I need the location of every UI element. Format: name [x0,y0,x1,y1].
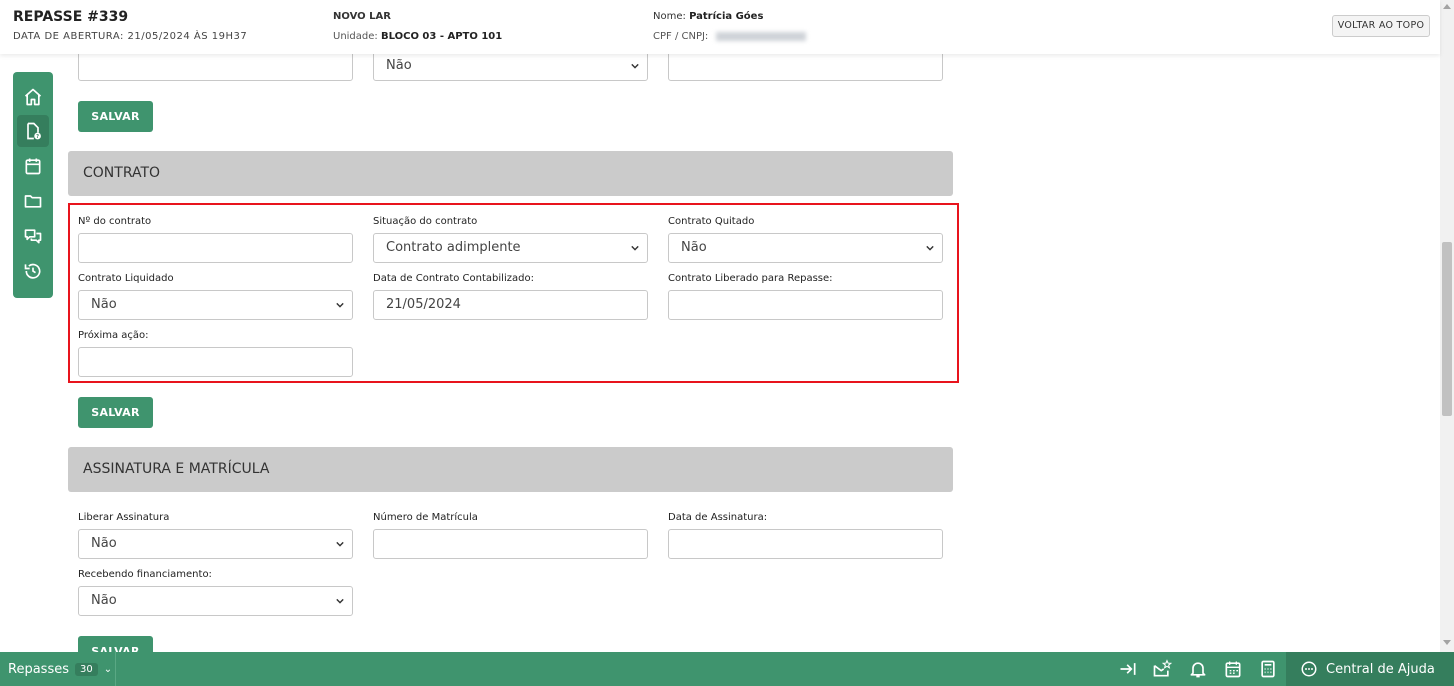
contrato-contabilizado-input[interactable]: 21/05/2024 [373,290,648,320]
financiamento-value: Não [91,593,117,608]
contrato-liberado-label: Contrato Liberado para Repasse: [668,273,833,284]
proxima-acao-label: Próxima ação: [78,330,149,341]
help-center-label: Central de Ajuda [1326,661,1435,677]
sidebar-item-history[interactable] [17,255,49,287]
collapse-right-icon[interactable] [1118,659,1138,679]
chevron-down-icon [631,245,639,251]
partial-input-2[interactable] [668,54,943,81]
contrato-quitado-select[interactable]: Não [668,233,943,263]
situacao-contrato-value: Contrato adimplente [386,240,521,255]
svg-text:?: ? [36,134,39,140]
chevron-down-icon: ⌄ [103,663,113,675]
numero-contrato-input[interactable] [78,233,353,263]
contrato-quitado-label: Contrato Quitado [668,216,755,227]
sidebar-item-home[interactable] [17,81,49,113]
sidebar-item-messages[interactable] [17,220,49,252]
chevron-down-icon [336,541,344,547]
situacao-contrato-select[interactable]: Contrato adimplente [373,233,648,263]
unit-label: Unidade: [333,31,378,42]
module-name: Repasses [8,661,69,677]
opening-date: DATA DE ABERTURA: 21/05/2024 ÀS 19H37 [13,31,248,42]
cpf-label: CPF / CNPJ: [653,31,709,42]
save-button-top[interactable]: SALVAR [78,101,153,132]
main-content: Não SALVAR CONTRATO Nº do contrato Situa… [0,54,1440,652]
data-assinatura-label: Data de Assinatura: [668,512,768,523]
save-assinatura-button[interactable]: SALVAR [78,636,153,652]
name-label: Nome: [653,11,686,22]
section-assinatura-header: ASSINATURA E MATRÍCULA [68,447,953,492]
calculator-icon[interactable] [1258,659,1278,679]
unit-value: BLOCO 03 - APTO 101 [380,31,503,42]
client-name: Patrícia Góes [689,11,764,22]
cpf-row: CPF / CNPJ: [653,31,806,42]
module-count-badge: 30 [74,662,98,676]
header-project-block: NOVO LAR Unidade: BLOCO 03 - APTO 101 [333,9,502,42]
header-client-block: Nome: Patrícia Góes CPF / CNPJ: [653,9,806,42]
mail-star-icon[interactable] [1152,659,1172,679]
liberar-assinatura-label: Liberar Assinatura [78,512,170,523]
chat-dots-icon [1301,661,1317,677]
side-nav: ? [13,72,53,298]
save-contrato-button[interactable]: SALVAR [78,397,153,428]
sidebar-item-calendar[interactable] [17,150,49,182]
financiamento-select[interactable]: Não [78,586,353,616]
data-assinatura-input[interactable] [668,529,943,559]
scroll-down-arrow[interactable] [1443,640,1451,645]
contrato-liquidado-select[interactable]: Não [78,290,353,320]
back-to-top-button[interactable]: VOLTAR AO TOPO [1332,15,1430,37]
help-center-button[interactable]: Central de Ajuda [1286,652,1454,686]
numero-matricula-input[interactable] [373,529,648,559]
partial-select[interactable]: Não [373,54,648,81]
folder-icon [24,195,42,208]
chevron-down-icon [631,63,639,69]
project-name: NOVO LAR [333,11,391,22]
module-selector[interactable]: Repasses 30 ⌄ [0,652,116,686]
chevron-down-icon [926,245,934,251]
page-title: REPASSE #339 [13,9,129,25]
contrato-liquidado-value: Não [91,297,117,312]
contrato-contabilizado-label: Data de Contrato Contabilizado: [373,273,534,284]
financiamento-label: Recebendo financiamento: [78,569,212,580]
situacao-contrato-label: Situação do contrato [373,216,478,227]
unit-info: Unidade: BLOCO 03 - APTO 101 [333,31,502,42]
chat-icon [24,229,42,244]
contrato-liquidado-label: Contrato Liquidado [78,273,174,284]
chevron-down-icon [336,598,344,604]
proxima-acao-input[interactable] [78,347,353,377]
section-contrato-header: CONTRATO [68,151,953,196]
document-badge-icon: ? [27,122,41,140]
contrato-quitado-value: Não [681,240,707,255]
liberar-assinatura-select[interactable]: Não [78,529,353,559]
top-header: REPASSE #339 DATA DE ABERTURA: 21/05/202… [0,0,1440,54]
scroll-thumb[interactable] [1442,242,1452,416]
bell-icon[interactable] [1188,659,1208,679]
scroll-up-arrow[interactable] [1443,4,1451,9]
calendar-icon[interactable] [1223,659,1243,679]
cpf-blurred-value [715,31,806,41]
partial-input-1[interactable] [78,54,353,81]
header-title-block: REPASSE #339 DATA DE ABERTURA: 21/05/202… [13,9,247,42]
bottom-bar: Repasses 30 ⌄ Central de Ajuda [0,652,1454,686]
client-name-row: Nome: Patrícia Góes [653,11,806,22]
home-icon [24,88,42,106]
sidebar-item-documents[interactable]: ? [17,115,49,147]
numero-matricula-label: Número de Matrícula [373,512,478,523]
calendar-icon [25,158,41,175]
page-scrollbar[interactable] [1440,0,1454,652]
chevron-down-icon [336,302,344,308]
numero-contrato-label: Nº do contrato [78,216,152,227]
partial-select-value: Não [386,58,412,73]
contrato-liberado-input[interactable] [668,290,943,320]
liberar-assinatura-value: Não [91,536,117,551]
history-icon [24,263,41,279]
sidebar-item-files[interactable] [17,185,49,217]
